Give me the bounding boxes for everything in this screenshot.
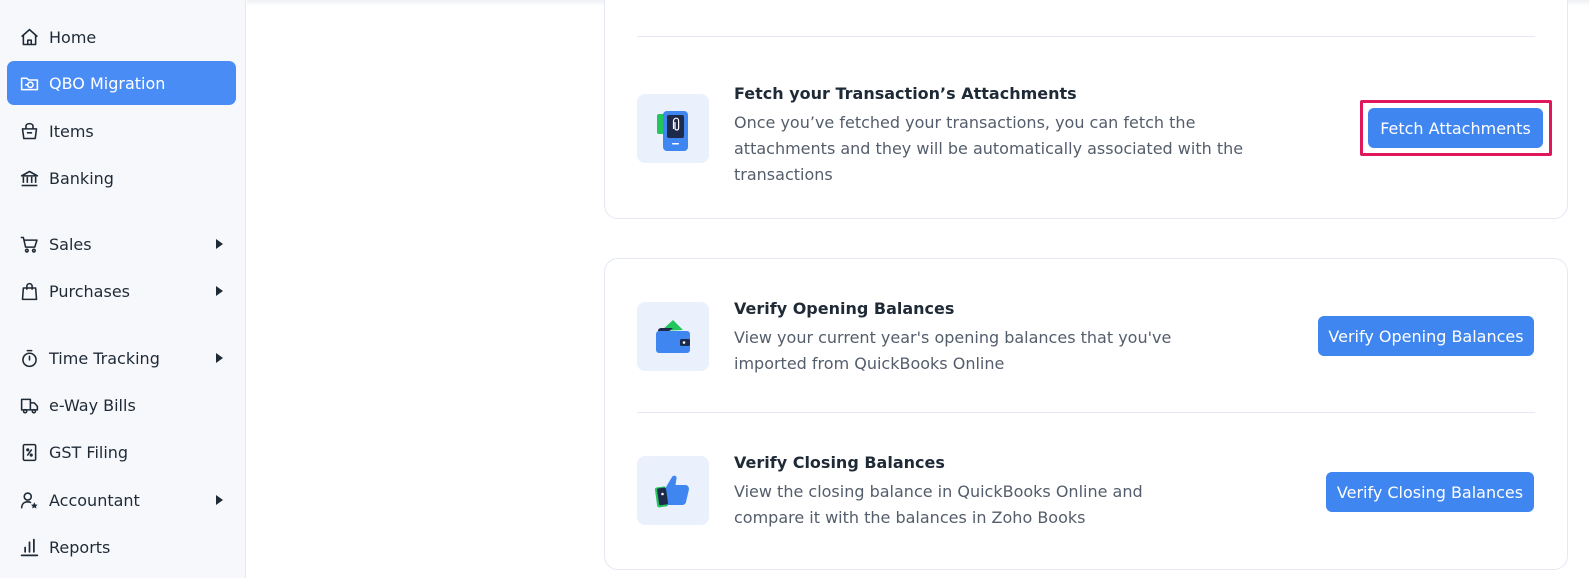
expand-caret-icon bbox=[216, 353, 223, 363]
divider bbox=[637, 36, 1535, 37]
expand-caret-icon bbox=[216, 239, 223, 249]
verify-opening-description: View your current year's opening balance… bbox=[734, 325, 1171, 377]
bank-icon bbox=[18, 167, 40, 189]
description-line: Once you’ve fetched your transactions, y… bbox=[734, 113, 1196, 132]
verify-opening-title: Verify Opening Balances bbox=[734, 299, 955, 318]
sidebar-item-qbo-migration[interactable]: QBO Migration bbox=[7, 61, 236, 105]
wallet-icon bbox=[637, 302, 709, 371]
sidebar-item-eway-bills[interactable]: e-Way Bills bbox=[7, 383, 236, 427]
fetch-attachments-title: Fetch your Transaction’s Attachments bbox=[734, 84, 1077, 103]
sidebar-item-banking[interactable]: Banking bbox=[7, 156, 236, 200]
verify-closing-balances-button[interactable]: Verify Closing Balances bbox=[1326, 472, 1534, 512]
verify-opening-balances-button[interactable]: Verify Opening Balances bbox=[1318, 316, 1534, 356]
sidebar-item-label: Items bbox=[49, 121, 94, 141]
sidebar-item-label: Purchases bbox=[49, 281, 130, 301]
sidebar-item-gst-filing[interactable]: GST Filing bbox=[7, 430, 236, 474]
bar-chart-icon bbox=[18, 536, 40, 558]
tax-document-icon bbox=[18, 441, 40, 463]
items-basket-icon bbox=[18, 120, 40, 142]
sidebar-item-time-tracking[interactable]: Time Tracking bbox=[7, 336, 236, 380]
sidebar: Home QBO Migration Items Banking Sales P… bbox=[0, 0, 246, 578]
sidebar-item-accountant[interactable]: Accountant bbox=[7, 478, 236, 522]
sidebar-item-label: Home bbox=[49, 27, 97, 47]
verify-closing-description: View the closing balance in QuickBooks O… bbox=[734, 479, 1143, 531]
sidebar-item-label: Time Tracking bbox=[49, 348, 160, 368]
truck-icon bbox=[18, 394, 40, 416]
shopping-bag-icon bbox=[18, 280, 40, 302]
sidebar-item-sales[interactable]: Sales bbox=[7, 222, 236, 266]
sidebar-item-label: Accountant bbox=[49, 490, 140, 510]
fetch-attachments-button[interactable]: Fetch Attachments bbox=[1368, 108, 1543, 148]
sidebar-item-reports[interactable]: Reports bbox=[7, 525, 236, 569]
divider bbox=[637, 412, 1535, 413]
description-line: View the closing balance in QuickBooks O… bbox=[734, 482, 1143, 501]
verify-closing-title: Verify Closing Balances bbox=[734, 453, 945, 472]
description-line: attachments and they will be automatical… bbox=[734, 139, 1244, 158]
sidebar-item-label: Reports bbox=[49, 537, 111, 557]
verify-balances-card: Verify Opening Balances View your curren… bbox=[604, 258, 1568, 570]
sidebar-item-label: GST Filing bbox=[49, 442, 129, 462]
thumbs-up-icon bbox=[637, 456, 709, 525]
expand-caret-icon bbox=[216, 286, 223, 296]
sidebar-item-items[interactable]: Items bbox=[7, 109, 236, 153]
accountant-icon bbox=[18, 489, 40, 511]
description-line: transactions bbox=[734, 165, 833, 184]
stopwatch-icon bbox=[18, 347, 40, 369]
sidebar-item-label: QBO Migration bbox=[49, 73, 166, 93]
expand-caret-icon bbox=[216, 495, 223, 505]
sidebar-item-label: e-Way Bills bbox=[49, 395, 136, 415]
attachment-phone-icon bbox=[637, 94, 709, 163]
sidebar-item-label: Sales bbox=[49, 234, 92, 254]
home-icon bbox=[18, 26, 40, 48]
description-line: imported from QuickBooks Online bbox=[734, 354, 1005, 373]
sidebar-item-label: Banking bbox=[49, 168, 114, 188]
cart-icon bbox=[18, 233, 40, 255]
sidebar-item-home[interactable]: Home bbox=[7, 15, 236, 59]
sidebar-item-purchases[interactable]: Purchases bbox=[7, 269, 236, 313]
migration-icon bbox=[18, 72, 40, 94]
description-line: compare it with the balances in Zoho Boo… bbox=[734, 508, 1086, 527]
fetch-attachments-description: Once you’ve fetched your transactions, y… bbox=[734, 110, 1243, 188]
description-line: View your current year's opening balance… bbox=[734, 328, 1172, 347]
